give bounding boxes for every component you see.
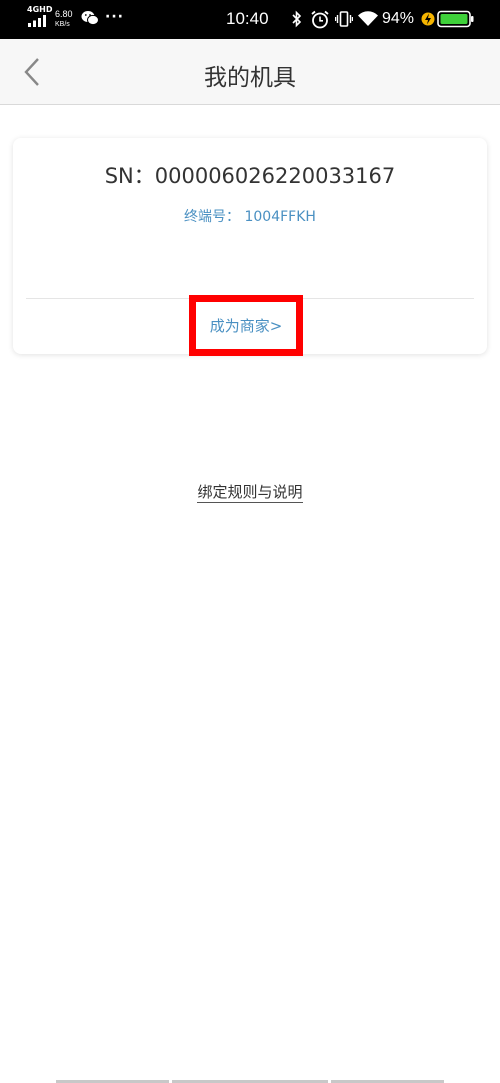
device-sn: SN：000006026220033167 (104, 164, 396, 188)
signal-icon (28, 15, 46, 27)
become-merchant-button[interactable]: 成为商家> (196, 302, 296, 349)
highlight-box: 成为商家> (189, 295, 303, 356)
terminal-number: 终端号： 1004FFKH (184, 209, 316, 225)
device-card: SN：000006026220033167 终端号： 1004FFKH 成为商家… (13, 138, 487, 356)
app-header: 我的机具 (0, 39, 500, 105)
wechat-icon (81, 11, 99, 26)
status-time: 10:40 (226, 9, 269, 28)
speed-value: 6.80 (55, 9, 73, 19)
page-title: 我的机具 (204, 65, 296, 91)
charging-icon (421, 12, 435, 26)
binding-rules-label: 绑定规则与说明 (197, 483, 303, 503)
battery-icon (437, 10, 474, 28)
binding-rules-link[interactable]: 绑定规则与说明 (0, 481, 500, 503)
status-bar: 4GHD 6.80 KB/s ··· 10:40 94% (0, 0, 500, 39)
bluetooth-icon (292, 10, 302, 28)
network-type: 4GHD (27, 5, 53, 14)
more-notifications: ··· (105, 9, 124, 25)
battery-percent: 94% (382, 10, 415, 27)
vibrate-icon (335, 11, 353, 27)
alarm-icon (311, 10, 329, 29)
wifi-icon (358, 11, 378, 26)
